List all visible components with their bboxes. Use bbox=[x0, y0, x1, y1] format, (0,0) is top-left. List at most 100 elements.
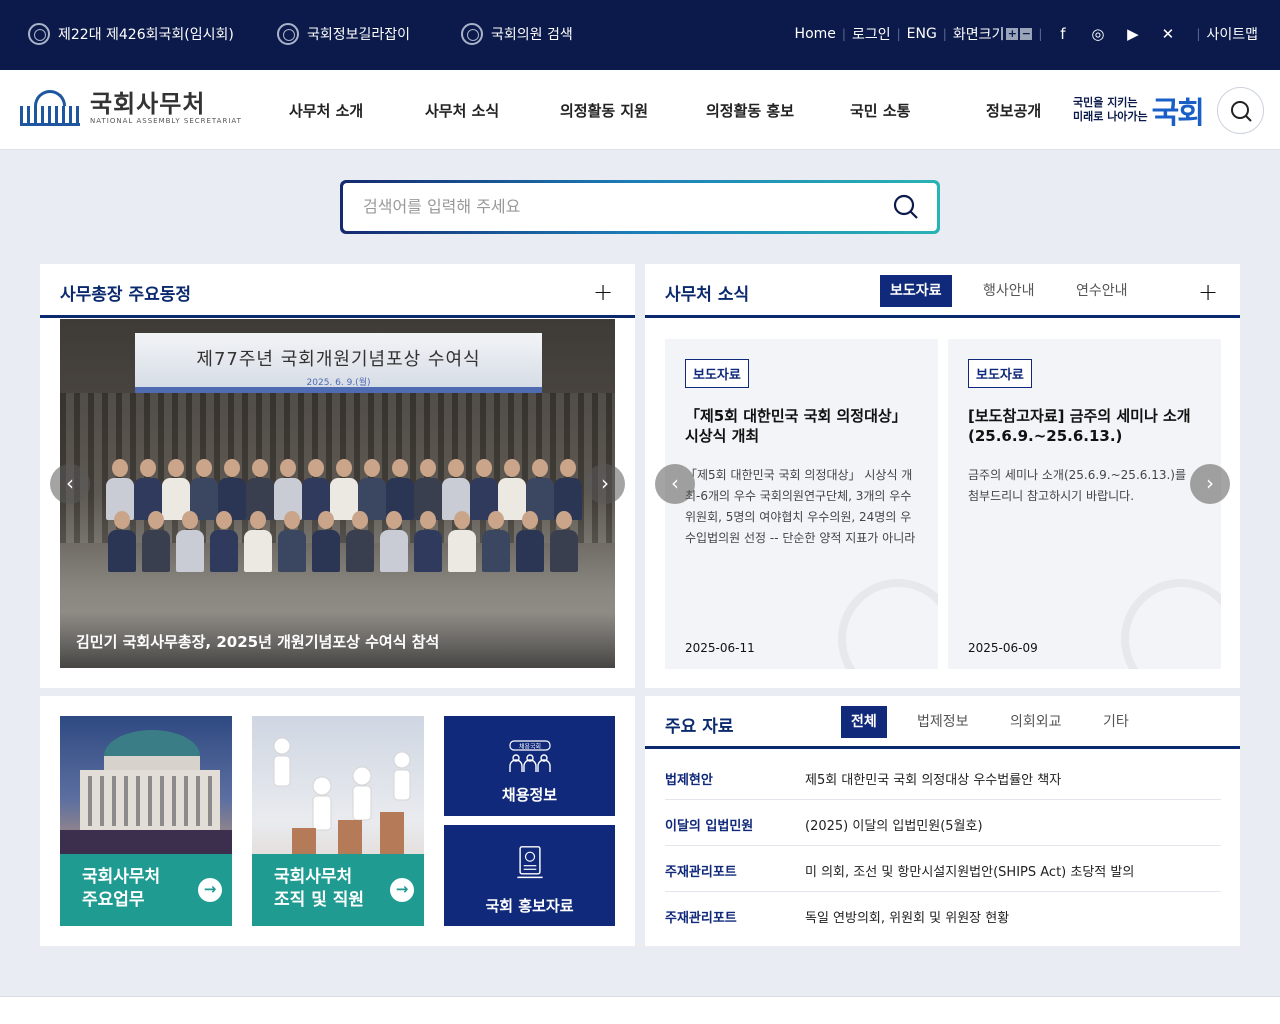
tab-training[interactable]: 연수안내 bbox=[1066, 275, 1138, 307]
assembly-emblem-icon bbox=[461, 23, 483, 45]
tab-press-release[interactable]: 보도자료 bbox=[880, 275, 952, 307]
news-card[interactable]: 보도자료 [보도참고자료] 금주의 세미나 소개 (25.6.9.~25.6.1… bbox=[948, 339, 1221, 669]
logo-title: 국회사무처 bbox=[90, 90, 206, 118]
photo-next-button[interactable]: › bbox=[585, 464, 625, 504]
title-underline bbox=[40, 315, 635, 318]
tile-organization[interactable]: 국회사무처 조직 및 직원 → bbox=[252, 716, 424, 926]
member-search-link[interactable]: 국회의원 검색 bbox=[461, 23, 573, 45]
doc-title: 제5회 대한민국 국회 의정대상 우수법률안 책자 bbox=[805, 773, 1062, 788]
assembly-building-icon bbox=[20, 90, 80, 126]
slogan-mark: 국회 bbox=[1151, 96, 1205, 131]
assembly-building-image bbox=[60, 730, 232, 856]
photo-person bbox=[312, 511, 340, 572]
news-prev-button[interactable]: ‹ bbox=[655, 464, 695, 504]
search-input[interactable] bbox=[363, 183, 883, 229]
tab-events[interactable]: 행사안내 bbox=[973, 275, 1045, 307]
x-icon[interactable]: ✕ bbox=[1159, 25, 1176, 43]
zoom-out-button[interactable]: − bbox=[1020, 28, 1033, 40]
header-search-button[interactable] bbox=[1217, 87, 1264, 134]
site-logo[interactable]: 국회사무처 NATIONAL ASSEMBLY SECRETARIAT bbox=[20, 90, 242, 126]
session-link[interactable]: 제22대 제426회국회(임시회) bbox=[28, 23, 234, 45]
news-tag: 보도자료 bbox=[685, 359, 749, 388]
tile-main-work[interactable]: 국회사무처 주요업무 → bbox=[60, 716, 232, 926]
watermark-emblem-icon bbox=[838, 579, 938, 669]
arrow-right-icon: → bbox=[390, 878, 414, 902]
activity-photo[interactable]: 제77주년 국회개원기념포상 수여식 2025. 6. 9.(월) 김민기 국회… bbox=[60, 319, 615, 668]
photo-person bbox=[176, 511, 204, 572]
doc-category: 주재관리포트 bbox=[665, 865, 737, 880]
news-title-text: [보도참고자료] 금주의 세미나 소개 (25.6.9.~25.6.13.) bbox=[968, 407, 1191, 445]
news-tag: 보도자료 bbox=[968, 359, 1032, 388]
photo-banner-title: 제77주년 국회개원기념포상 수여식 bbox=[196, 349, 481, 370]
list-item[interactable]: 주재관리포트 미 의회, 조선 및 항만시설지원법안(SHIPS Act) 초당… bbox=[665, 846, 1221, 892]
info-guide-link[interactable]: 국회정보길라잡이 bbox=[277, 23, 410, 45]
tab-diplomacy[interactable]: 의회외교 bbox=[1000, 706, 1072, 738]
logo-subtitle: NATIONAL ASSEMBLY SECRETARIAT bbox=[90, 117, 242, 125]
zoom-in-button[interactable]: + bbox=[1006, 28, 1019, 40]
tile-label: 국회 홍보자료 bbox=[485, 897, 574, 915]
gnb-item-about[interactable]: 사무처 소개 bbox=[289, 100, 363, 121]
people-figures-image bbox=[273, 737, 411, 856]
gnb-item-communication[interactable]: 국민 소통 bbox=[850, 100, 910, 121]
photo-prev-button[interactable]: ‹ bbox=[50, 464, 90, 504]
tab-etc[interactable]: 기타 bbox=[1093, 706, 1139, 738]
login-link[interactable]: 로그인 bbox=[852, 24, 891, 44]
activities-panel: 사무총장 주요동정 + 제77주년 국회개원기념포상 수여식 2025. 6. … bbox=[40, 264, 635, 688]
news-next-button[interactable]: › bbox=[1190, 464, 1230, 504]
doc-category: 이달의 입법민원 bbox=[665, 819, 754, 834]
photo-people bbox=[100, 459, 590, 589]
sitemap-link[interactable]: 사이트맵 bbox=[1206, 24, 1258, 44]
activities-title: 사무총장 주요동정 bbox=[60, 285, 192, 305]
divider: | bbox=[896, 27, 901, 41]
doc-category: 법제현안 bbox=[665, 773, 713, 788]
photo-person bbox=[278, 511, 306, 572]
title-underline bbox=[645, 315, 1240, 318]
arrow-right-icon: → bbox=[198, 878, 222, 902]
search-icon[interactable] bbox=[893, 194, 919, 220]
screen-size-label: 화면크기 bbox=[952, 27, 1005, 43]
news-date: 2025-06-09 bbox=[968, 641, 1038, 655]
list-item[interactable]: 법제현안 제5회 대한민국 국회 의정대상 우수법률안 책자 bbox=[665, 754, 1221, 800]
key-docs-panel: 주요 자료 전체 법제정보 의회외교 기타 법제현안 제5회 대한민국 국회 의… bbox=[645, 696, 1240, 946]
session-label: 제22대 제426회국회(임시회) bbox=[58, 27, 234, 43]
gnb-item-disclosure[interactable]: 정보공개 bbox=[986, 100, 1041, 121]
photo-person bbox=[380, 511, 408, 572]
news-description: 「제5회 대한민국 국회 의정대상」 시상식 개최-6개의 우수 국회의원연구단… bbox=[685, 468, 916, 545]
tab-all[interactable]: 전체 bbox=[841, 706, 887, 738]
search-icon bbox=[1231, 101, 1252, 122]
tile-pr-materials[interactable]: 국회 홍보자료 bbox=[444, 825, 615, 926]
assembly-emblem-icon bbox=[277, 23, 299, 45]
slogan-banner: 국민을 지키는 미래로 나아가는 국회 bbox=[1073, 88, 1205, 132]
list-item[interactable]: 이달의 입법민원 (2025) 이달의 입법민원(5월호) bbox=[665, 800, 1221, 846]
social-links: f ◎ ▶ ✕ bbox=[1054, 25, 1176, 43]
more-plus-icon[interactable]: + bbox=[1198, 280, 1218, 304]
eng-link[interactable]: ENG bbox=[907, 26, 937, 42]
gnb-item-news[interactable]: 사무처 소식 bbox=[425, 100, 499, 121]
facebook-icon[interactable]: f bbox=[1054, 25, 1071, 43]
main-search-box bbox=[340, 180, 940, 234]
photo-person bbox=[210, 511, 238, 572]
tile-recruitment[interactable]: 채용국회 채용정보 bbox=[444, 716, 615, 816]
photo-person bbox=[550, 511, 578, 572]
youtube-icon[interactable]: ▶ bbox=[1124, 25, 1141, 43]
photo-banner: 제77주년 국회개원기념포상 수여식 2025. 6. 9.(월) bbox=[135, 333, 542, 393]
gnb-item-promotion[interactable]: 의정활동 홍보 bbox=[706, 100, 794, 121]
tab-legislation[interactable]: 법제정보 bbox=[907, 706, 979, 738]
photo-banner-date: 2025. 6. 9.(월) bbox=[306, 378, 371, 388]
photo-person bbox=[244, 511, 272, 572]
news-panel: 사무처 소식 보도자료 행사안내 연수안내 + 보도자료 「제5회 대한민국 국… bbox=[645, 264, 1240, 688]
news-date: 2025-06-11 bbox=[685, 641, 755, 655]
photo-person bbox=[414, 511, 442, 572]
home-link[interactable]: Home bbox=[795, 26, 836, 42]
more-plus-icon[interactable]: + bbox=[593, 280, 613, 304]
news-card[interactable]: 보도자료 「제5회 대한민국 국회 의정대상」 시상식 개최 「제5회 대한민국… bbox=[665, 339, 938, 669]
recruitment-badge-text: 채용국회 bbox=[518, 742, 540, 750]
instagram-icon[interactable]: ◎ bbox=[1089, 25, 1106, 43]
main-header: 국회사무처 NATIONAL ASSEMBLY SECRETARIAT 사무처 … bbox=[0, 70, 1280, 150]
divider: | bbox=[1196, 27, 1201, 41]
photo-caption-bar: 김민기 국회사무총장, 2025년 개원기념포상 수여식 참석 bbox=[60, 612, 615, 668]
list-item[interactable]: 주재관리포트 독일 연방의회, 위원회 및 위원장 현황 bbox=[665, 892, 1221, 938]
gnb-item-support[interactable]: 의정활동 지원 bbox=[560, 100, 648, 121]
photo-person bbox=[108, 511, 136, 572]
doc-category: 주재관리포트 bbox=[665, 911, 737, 926]
